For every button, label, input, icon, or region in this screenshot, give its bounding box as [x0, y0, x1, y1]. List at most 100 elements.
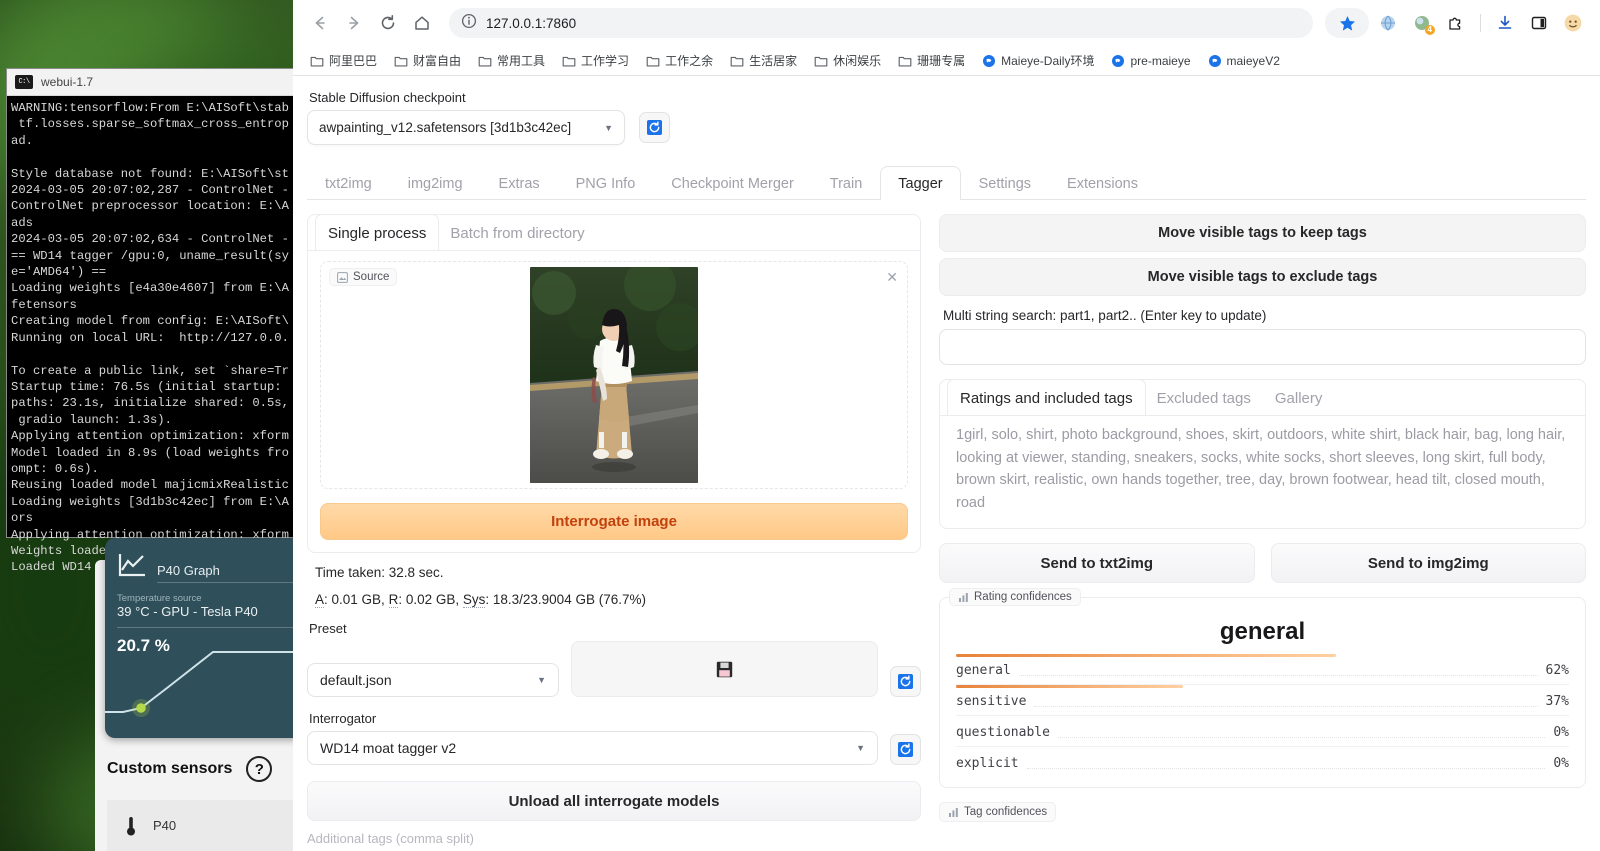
terminal-title: webui-1.7 [41, 75, 94, 89]
bookmark-item[interactable]: 工作学习 [555, 49, 636, 72]
forward-arrow-icon[interactable] [339, 8, 369, 38]
p40-load-sparkline [105, 651, 310, 717]
download-icon[interactable] [1490, 8, 1520, 38]
sensor-name: P40 [153, 818, 177, 833]
preset-refresh-button[interactable] [890, 666, 921, 697]
confidence-bar-explicit: explicit 0% [940, 747, 1585, 777]
subtab-ratings-and-included-tags[interactable]: Ratings and included tags [948, 380, 1145, 415]
unload-models-button[interactable]: Unload all interrogate models [307, 781, 921, 821]
interrogator-dropdown[interactable]: WD14 moat tagger v2 ▼ [307, 731, 878, 765]
bookmark-item[interactable]: 珊珊专属 [891, 49, 972, 72]
bar-chart-icon [959, 592, 968, 602]
confidence-label: general [956, 663, 1011, 678]
checkpoint-row: awpainting_v12.safetensors [3d1b3c42ec] … [307, 110, 1586, 145]
interrogate-image-button[interactable]: Interrogate image [320, 503, 908, 540]
tab-extensions[interactable]: Extensions [1049, 166, 1156, 200]
source-image-dropzone[interactable]: Source ✕ [320, 261, 908, 489]
memory-usage-text: A: 0.01 GB, R: 0.02 GB, Sys: 18.3/23.900… [315, 592, 921, 608]
checkpoint-dropdown[interactable]: awpainting_v12.safetensors [3d1b3c42ec] … [307, 110, 625, 145]
bookmark-item[interactable]: 常用工具 [471, 49, 552, 72]
memory-value-a: : 0.01 GB, [324, 592, 389, 607]
close-icon[interactable]: ✕ [886, 269, 898, 286]
rating-confidences-label: Rating confidences [974, 591, 1072, 603]
bookmarks-bar[interactable]: 阿里巴巴 财富自由 常用工具 工作学习 工作之余 生活居家 休闲娱乐 珊珊专属 [293, 46, 1600, 76]
tags-output-text[interactable]: 1girl, solo, shirt, photo background, sh… [940, 416, 1585, 528]
confidence-bar-general: general 62% [940, 654, 1585, 685]
bookmark-item[interactable]: 财富自由 [387, 49, 468, 72]
memory-label-r: R [388, 592, 399, 608]
subtab-batch-from-directory[interactable]: Batch from directory [438, 215, 596, 250]
terminal-title-bar[interactable]: C:\ webui-1.7 [7, 69, 295, 96]
reload-icon[interactable] [373, 8, 403, 38]
tab-checkpoint-merger[interactable]: Checkpoint Merger [653, 166, 812, 200]
subtab-excluded-tags[interactable]: Excluded tags [1145, 380, 1263, 415]
tab-tagger[interactable]: Tagger [880, 166, 961, 200]
terminal-window[interactable]: C:\ webui-1.7 WARNING:tensorflow:From E:… [6, 68, 296, 574]
result-subtabbar[interactable]: Ratings and included tags Excluded tags … [940, 380, 1585, 416]
address-bar[interactable]: 127.0.0.1:7860 [449, 8, 1313, 38]
bookmark-item[interactable]: maieyeV2 [1201, 51, 1287, 71]
home-icon[interactable] [407, 8, 437, 38]
globe-icon [1111, 54, 1125, 68]
browser-window[interactable]: 127.0.0.1:7860 4 阿里巴巴 财富自由 常用工具 工作学习 工作之… [293, 0, 1600, 851]
bookmark-item[interactable]: 工作之余 [639, 49, 720, 72]
main-tabbar[interactable]: txt2img img2img Extras PNG Info Checkpoi… [307, 165, 1586, 200]
preset-label: Preset [309, 621, 347, 636]
tag-confidences-chip: Tag confidences [939, 802, 1057, 822]
move-to-exclude-tags-button[interactable]: Move visible tags to exclude tags [939, 258, 1586, 296]
bar-chart-icon [949, 807, 958, 817]
folder-icon [646, 54, 660, 68]
bookmark-item[interactable]: Maieye-Daily环境 [975, 49, 1101, 72]
puzzle-icon[interactable] [1441, 8, 1471, 38]
tagger-right-pane: Move visible tags to keep tags Move visi… [939, 214, 1586, 846]
rating-confidences-chip: Rating confidences [949, 588, 1081, 606]
subtab-gallery[interactable]: Gallery [1263, 380, 1335, 415]
folder-icon [730, 54, 744, 68]
bookmark-item[interactable]: pre-maieye [1104, 51, 1197, 71]
bookmark-label: maieyeV2 [1226, 53, 1280, 68]
rating-heading: general [1219, 618, 1306, 645]
bookmark-item[interactable]: 休闲娱乐 [807, 49, 888, 72]
interrogator-refresh-button[interactable] [890, 734, 921, 765]
multi-string-search-input[interactable] [939, 329, 1586, 365]
preset-dropdown[interactable]: default.json ▼ [307, 663, 559, 697]
subtab-single-process[interactable]: Single process [316, 215, 439, 250]
tab-train[interactable]: Train [812, 166, 881, 200]
custom-sensors-title: Custom sensors [107, 760, 233, 777]
source-image[interactable] [530, 267, 698, 483]
tab-settings[interactable]: Settings [961, 166, 1049, 200]
help-icon[interactable]: ? [246, 756, 273, 782]
sensor-list-item[interactable]: P40 [107, 800, 300, 851]
move-to-keep-tags-button[interactable]: Move visible tags to keep tags [939, 214, 1586, 252]
bookmark-item[interactable]: 阿里巴巴 [303, 49, 384, 72]
send-to-txt2img-button[interactable]: Send to txt2img [939, 543, 1255, 583]
bookmark-label: 休闲娱乐 [833, 54, 882, 68]
confidence-label: questionable [956, 725, 1050, 740]
bookmark-item[interactable]: 生活居家 [723, 49, 804, 72]
checkpoint-refresh-button[interactable] [639, 112, 670, 143]
hardware-monitor-widget[interactable]: P40 Graph Temperature source 39 °C - GPU… [95, 538, 310, 851]
send-to-img2img-button[interactable]: Send to img2img [1270, 543, 1586, 583]
terminal-log: WARNING:tensorflow:From E:\AISoft\stab t… [11, 101, 289, 575]
profile-icon[interactable] [1558, 8, 1588, 38]
multi-string-search-label: Multi string search: part1, part2.. (Ent… [943, 308, 1267, 323]
confidence-label: sensitive [956, 694, 1027, 709]
sidepanel-icon[interactable] [1524, 8, 1554, 38]
tab-png-info[interactable]: PNG Info [558, 166, 654, 200]
confidence-bar-sensitive: sensitive 37% [940, 685, 1585, 716]
process-subtabbar[interactable]: Single process Batch from directory [308, 215, 920, 251]
back-arrow-icon[interactable] [305, 8, 335, 38]
refresh-icon [898, 742, 913, 757]
tab-txt2img[interactable]: txt2img [307, 166, 390, 200]
checkpoint-value: awpainting_v12.safetensors [3d1b3c42ec] [319, 120, 572, 135]
rating-confidences-card: Rating confidences general general 62% s… [939, 588, 1586, 788]
tab-img2img[interactable]: img2img [390, 166, 481, 200]
globe-icon[interactable] [1373, 8, 1403, 38]
extension-badge-icon[interactable]: 4 [1407, 8, 1437, 38]
info-circle-icon[interactable] [461, 13, 477, 34]
preset-file-dropzone[interactable] [571, 641, 878, 697]
memory-label-a: A [315, 592, 325, 608]
tab-extras[interactable]: Extras [481, 166, 558, 200]
bookmark-label: 财富自由 [413, 54, 462, 68]
star-icon[interactable] [1325, 8, 1369, 38]
